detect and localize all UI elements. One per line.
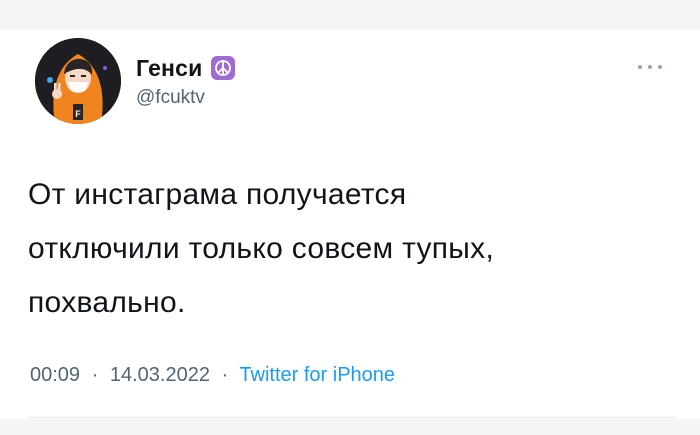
tweet-source-link[interactable]: Twitter for iPhone [239, 364, 395, 386]
divider [28, 417, 676, 418]
svg-text:F: F [75, 109, 81, 119]
bottom-background-strip [0, 419, 700, 435]
name-row: Генси [136, 53, 235, 83]
tweet-date[interactable]: 14.03.2022 [110, 364, 210, 386]
tweet-text: От инстаграма получается отключили тольк… [28, 168, 668, 330]
avatar[interactable]: F [35, 38, 121, 124]
screenshot-frame: F Генси @fcuktv От инстаграма получается… [0, 0, 700, 435]
avatar-illustration-icon: F [35, 38, 121, 124]
top-background-strip [0, 0, 700, 30]
meta-separator: · [91, 364, 99, 386]
display-name[interactable]: Генси [136, 55, 203, 82]
more-horizontal-icon[interactable] [638, 62, 662, 72]
tweet-meta: 00:09 · 14.03.2022 · Twitter for iPhone [30, 364, 395, 387]
user-block: Генси @fcuktv [136, 53, 235, 109]
tweet-text-line: отключили только совсем тупых, [28, 232, 495, 265]
tweet-text-line: От инстаграма получается [28, 178, 407, 211]
meta-separator: · [221, 364, 229, 386]
tweet-time[interactable]: 00:09 [30, 364, 80, 386]
tweet-text-line: похвально. [28, 286, 186, 319]
user-handle[interactable]: @fcuktv [136, 87, 235, 109]
peace-sign-icon [210, 56, 235, 80]
